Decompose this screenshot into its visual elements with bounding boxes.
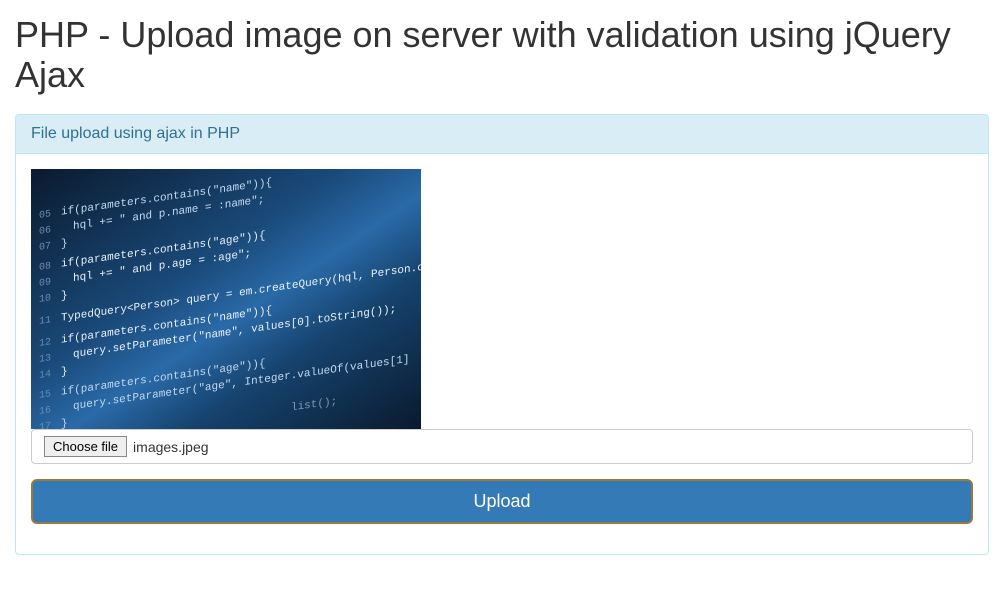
svg-text:}: } (61, 418, 68, 429)
preview-image: 05 if(parameters.contains("name")){ 06 h… (31, 169, 421, 429)
svg-text:11: 11 (39, 315, 51, 328)
choose-file-button[interactable]: Choose file (44, 436, 127, 457)
panel-heading: File upload using ajax in PHP (16, 115, 988, 154)
panel-body: 05 if(parameters.contains("name")){ 06 h… (16, 154, 988, 554)
selected-file-name: images.jpeg (133, 439, 209, 455)
svg-text:05: 05 (39, 209, 51, 222)
svg-text:14: 14 (39, 369, 51, 382)
svg-text:10: 10 (39, 293, 51, 306)
svg-text:13: 13 (39, 353, 51, 366)
page-title: PHP - Upload image on server with valida… (15, 15, 989, 94)
file-input[interactable]: Choose file images.jpeg (31, 429, 973, 464)
svg-text:08: 08 (39, 261, 51, 274)
svg-text:}: } (61, 238, 68, 251)
upload-panel: File upload using ajax in PHP 05 if(p (15, 114, 989, 555)
svg-text:}: } (61, 290, 68, 303)
svg-text:16: 16 (39, 405, 51, 418)
svg-text:17: 17 (39, 421, 51, 429)
svg-text:}: } (61, 366, 68, 379)
svg-text:09: 09 (39, 277, 51, 290)
svg-text:07: 07 (39, 241, 51, 254)
svg-text:06: 06 (39, 225, 51, 238)
svg-text:12: 12 (39, 337, 51, 350)
upload-button[interactable]: Upload (31, 479, 973, 524)
svg-text:15: 15 (39, 389, 51, 402)
